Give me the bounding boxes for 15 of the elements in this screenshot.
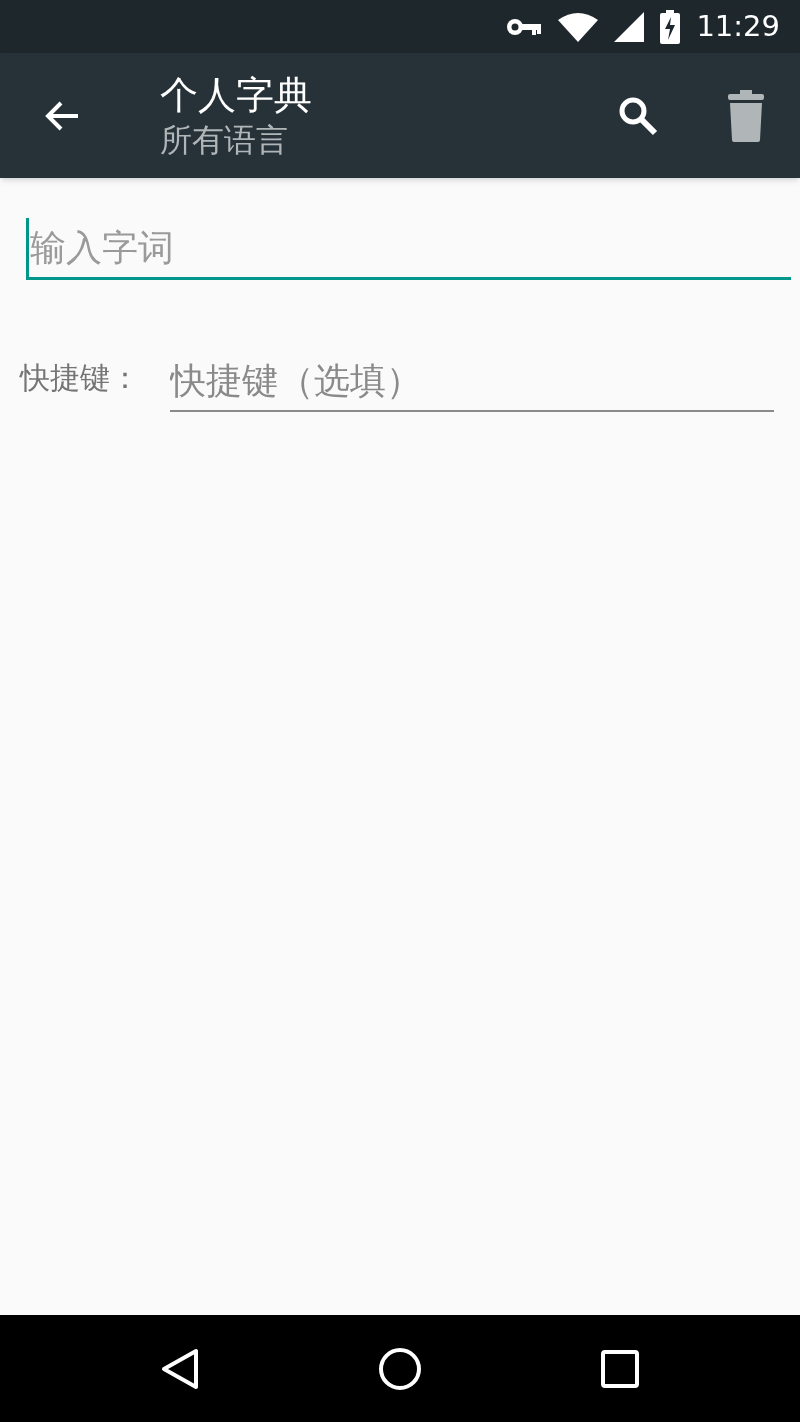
square-recents-icon (601, 1349, 639, 1388)
app-bar-title: 个人字典 (160, 71, 313, 119)
back-arrow-icon (44, 99, 80, 132)
signal-icon (614, 11, 645, 42)
clock-time: 11:29 (696, 7, 780, 45)
search-icon (618, 95, 658, 136)
trash-icon (727, 89, 765, 142)
shortcut-label: 快捷键： (20, 359, 141, 397)
app-bar-subtitle: 所有语言 (160, 119, 289, 161)
battery-charging-icon (660, 9, 681, 44)
triangle-back-icon (161, 1347, 199, 1390)
circle-home-icon (378, 1346, 422, 1391)
wifi-icon (558, 11, 599, 42)
word-input-field[interactable]: 输入字词 (26, 218, 791, 280)
key-icon (506, 16, 543, 37)
